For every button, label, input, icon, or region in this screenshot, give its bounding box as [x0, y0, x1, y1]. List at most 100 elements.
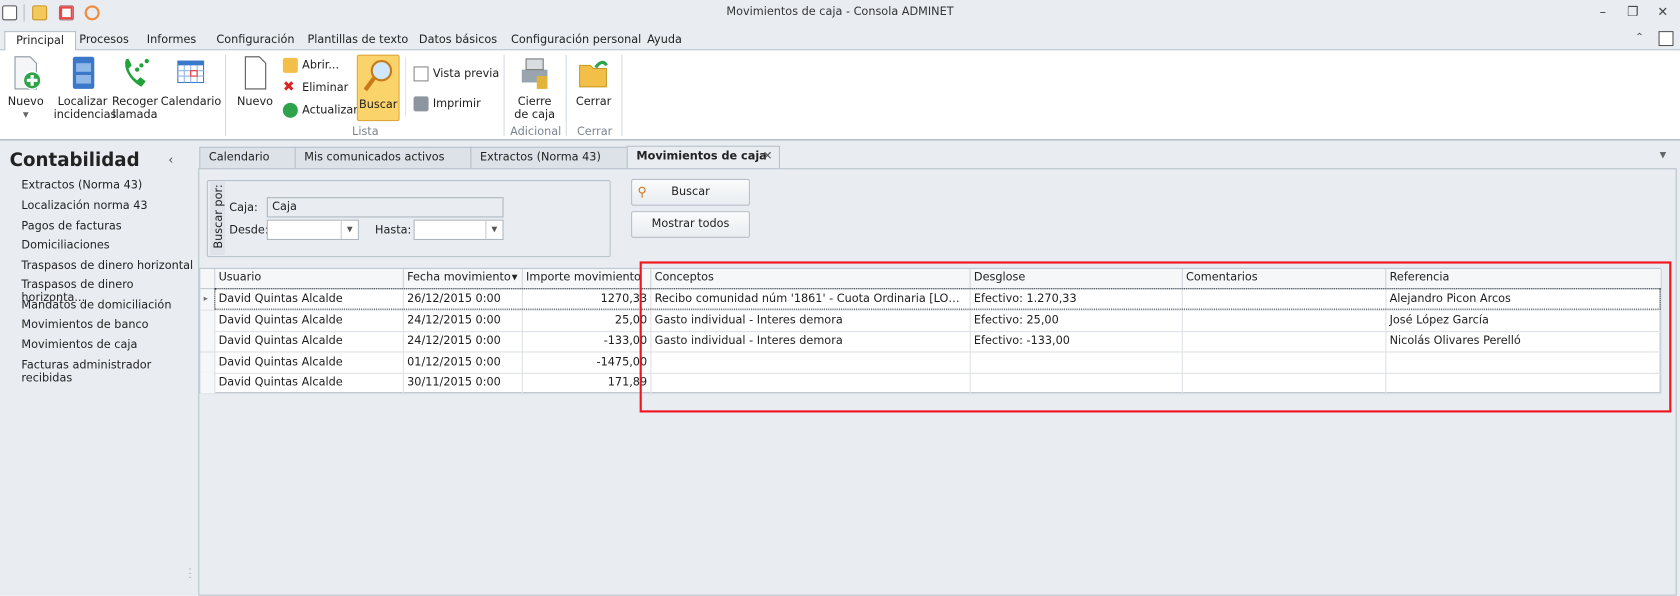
cell-fecha[interactable]: 24/12/2015 0:00 [403, 331, 523, 353]
cell-desglose[interactable] [970, 372, 1183, 395]
cell-fecha[interactable]: 24/12/2015 0:00 [403, 310, 523, 332]
nav-item-extractos[interactable]: Extractos (Norma 43) [21, 179, 142, 192]
mostrar-todos-button[interactable]: Mostrar todos [631, 211, 750, 238]
lista-nuevo-button[interactable]: Nuevo [234, 55, 277, 108]
abrir-button[interactable]: Abrir... [282, 55, 339, 76]
buscar-ribbon-button[interactable]: Buscar [356, 54, 400, 122]
row-indicator[interactable] [200, 372, 216, 395]
cell-conceptos[interactable]: Gasto individual - Interes demora [651, 310, 971, 332]
restore-button[interactable]: ❐ [1622, 4, 1643, 19]
minimize-button[interactable]: – [1592, 4, 1613, 19]
nav-item-movimientos-banco[interactable]: Movimientos de banco [21, 318, 148, 331]
chevron-down-icon[interactable]: ▼ [485, 220, 502, 239]
column-header-comentarios[interactable]: Comentarios [1182, 268, 1387, 290]
nav-item-mandatos[interactable]: Mandatos de domiciliación [21, 299, 171, 312]
cell-referencia[interactable]: Nicolás Olivares Perelló [1386, 331, 1662, 353]
nav-item-domiciliaciones[interactable]: Domiciliaciones [21, 239, 109, 252]
chevron-down-icon[interactable]: ▼ [340, 220, 358, 239]
cell-usuario[interactable]: David Quintas Alcalde [215, 331, 404, 353]
app-menu-icon[interactable] [1658, 31, 1674, 47]
imprimir-button[interactable]: Imprimir [413, 93, 481, 114]
desde-date-picker[interactable]: ▼ [266, 219, 359, 240]
cell-conceptos[interactable]: Gasto individual - Interes demora [651, 331, 971, 353]
cell-referencia[interactable]: José López García [1386, 310, 1662, 332]
cell-desglose[interactable]: Efectivo: -133,00 [970, 331, 1183, 353]
column-header-label: Fecha movimiento [407, 271, 511, 284]
doc-tab-movimientos-caja[interactable]: Movimientos de caja ✕ [626, 145, 780, 169]
row-indicator[interactable] [200, 331, 216, 353]
cell-importe[interactable]: 25,00 [522, 310, 652, 332]
nav-item-localizacion[interactable]: Localización norma 43 [21, 199, 147, 212]
nav-item-traspasos[interactable]: Traspasos de dinero horizontal [21, 259, 193, 272]
cell-comentarios[interactable] [1182, 351, 1387, 374]
nav-item-facturas[interactable]: Facturas administrador recibidas [21, 359, 196, 385]
cell-desglose[interactable]: Efectivo: 25,00 [970, 310, 1183, 332]
row-indicator[interactable]: ▸ [200, 289, 216, 311]
cell-conceptos[interactable]: Recibo comunidad núm '1861' - Cuota Ordi… [651, 289, 971, 311]
cell-referencia[interactable] [1386, 372, 1662, 395]
cell-comentarios[interactable] [1182, 372, 1387, 395]
cell-conceptos[interactable] [651, 372, 971, 395]
nav-item-pagos[interactable]: Pagos de facturas [21, 220, 121, 233]
cell-importe[interactable]: -133,00 [522, 331, 652, 353]
cell-conceptos[interactable] [651, 351, 971, 374]
cell-fecha[interactable]: 26/12/2015 0:00 [403, 289, 523, 311]
close-tab-icon[interactable]: ✕ [763, 149, 773, 163]
vista-previa-button[interactable]: Vista previa [413, 63, 499, 84]
calendario-button[interactable]: Calendario [161, 55, 221, 108]
tab-informes[interactable]: Informes [136, 31, 207, 51]
collapse-pane-icon[interactable]: ‹ [168, 152, 173, 167]
buscar-button[interactable]: ⚲ Buscar [631, 178, 750, 206]
cell-comentarios[interactable] [1182, 331, 1387, 353]
doc-tab-comunicados[interactable]: Mis comunicados activos [294, 146, 472, 169]
hasta-date-picker[interactable]: ▼ [413, 219, 504, 240]
tab-configuracion[interactable]: Configuración [206, 31, 306, 51]
cell-usuario[interactable]: David Quintas Alcalde [215, 351, 404, 374]
tab-list-dropdown-icon[interactable]: ▼ [1660, 150, 1667, 160]
column-header-importe[interactable]: Importe movimiento [522, 268, 652, 290]
cell-importe[interactable]: -1475,00 [522, 351, 652, 374]
cerrar-button[interactable]: Cerrar [570, 55, 617, 108]
cell-referencia[interactable]: Alejandro Picon Arcos [1386, 289, 1662, 311]
cell-desglose[interactable] [970, 351, 1183, 374]
tab-principal[interactable]: Principal [4, 31, 76, 53]
cell-referencia[interactable] [1386, 351, 1662, 374]
column-header-referencia[interactable]: Referencia [1386, 268, 1662, 290]
tab-datos-basicos[interactable]: Datos básicos [408, 31, 508, 51]
row-indicator[interactable] [200, 310, 216, 332]
localizar-incidencias-button[interactable]: Localizar incidencias [54, 55, 116, 121]
recoger-llamada-button[interactable]: Recoger llamada [111, 55, 158, 121]
doc-tab-calendario[interactable]: Calendario [199, 146, 296, 169]
cell-desglose[interactable]: Efectivo: 1.270,33 [970, 289, 1183, 311]
tab-configuracion-personal[interactable]: Configuración personal [500, 31, 652, 51]
cell-usuario[interactable]: David Quintas Alcalde [215, 372, 404, 395]
doc-tab-extractos[interactable]: Extractos (Norma 43) [470, 146, 628, 169]
cell-comentarios[interactable] [1182, 310, 1387, 332]
nav-item-movimientos-caja[interactable]: Movimientos de caja [21, 339, 137, 352]
cell-usuario[interactable]: David Quintas Alcalde [215, 310, 404, 332]
tab-procesos[interactable]: Procesos [69, 31, 140, 51]
collapse-ribbon-icon[interactable]: ⌃ [1635, 32, 1644, 44]
cell-usuario[interactable]: David Quintas Alcalde [215, 289, 404, 311]
actualizar-button[interactable]: Actualizar [282, 100, 358, 121]
close-button[interactable]: ✕ [1652, 4, 1673, 19]
tab-plantillas[interactable]: Plantillas de texto [297, 31, 419, 51]
sort-descending-icon[interactable]: ▼ [512, 273, 518, 282]
hasta-label: Hasta: [374, 223, 412, 237]
eliminar-button[interactable]: ✖ Eliminar [283, 77, 348, 98]
cierre-de-caja-button[interactable]: Cierre de caja [508, 55, 562, 121]
caja-field[interactable]: Caja [266, 197, 504, 218]
cell-fecha[interactable]: 30/11/2015 0:00 [403, 372, 523, 395]
nuevo-button[interactable]: Nuevo ▼ [4, 55, 47, 121]
cell-importe[interactable]: 171,89 [522, 372, 652, 395]
row-indicator[interactable] [200, 351, 216, 374]
tab-ayuda[interactable]: Ayuda [636, 31, 692, 51]
cell-importe[interactable]: 1270,33 [522, 289, 652, 311]
cell-comentarios[interactable] [1182, 289, 1387, 311]
column-header-conceptos[interactable]: Conceptos [651, 268, 971, 290]
splitter-handle[interactable]: · · · [189, 565, 192, 582]
column-header-usuario[interactable]: Usuario [215, 268, 404, 290]
column-header-fecha[interactable]: Fecha movimiento ▼ [403, 268, 523, 290]
column-header-desglose[interactable]: Desglose [970, 268, 1183, 290]
cell-fecha[interactable]: 01/12/2015 0:00 [403, 351, 523, 374]
